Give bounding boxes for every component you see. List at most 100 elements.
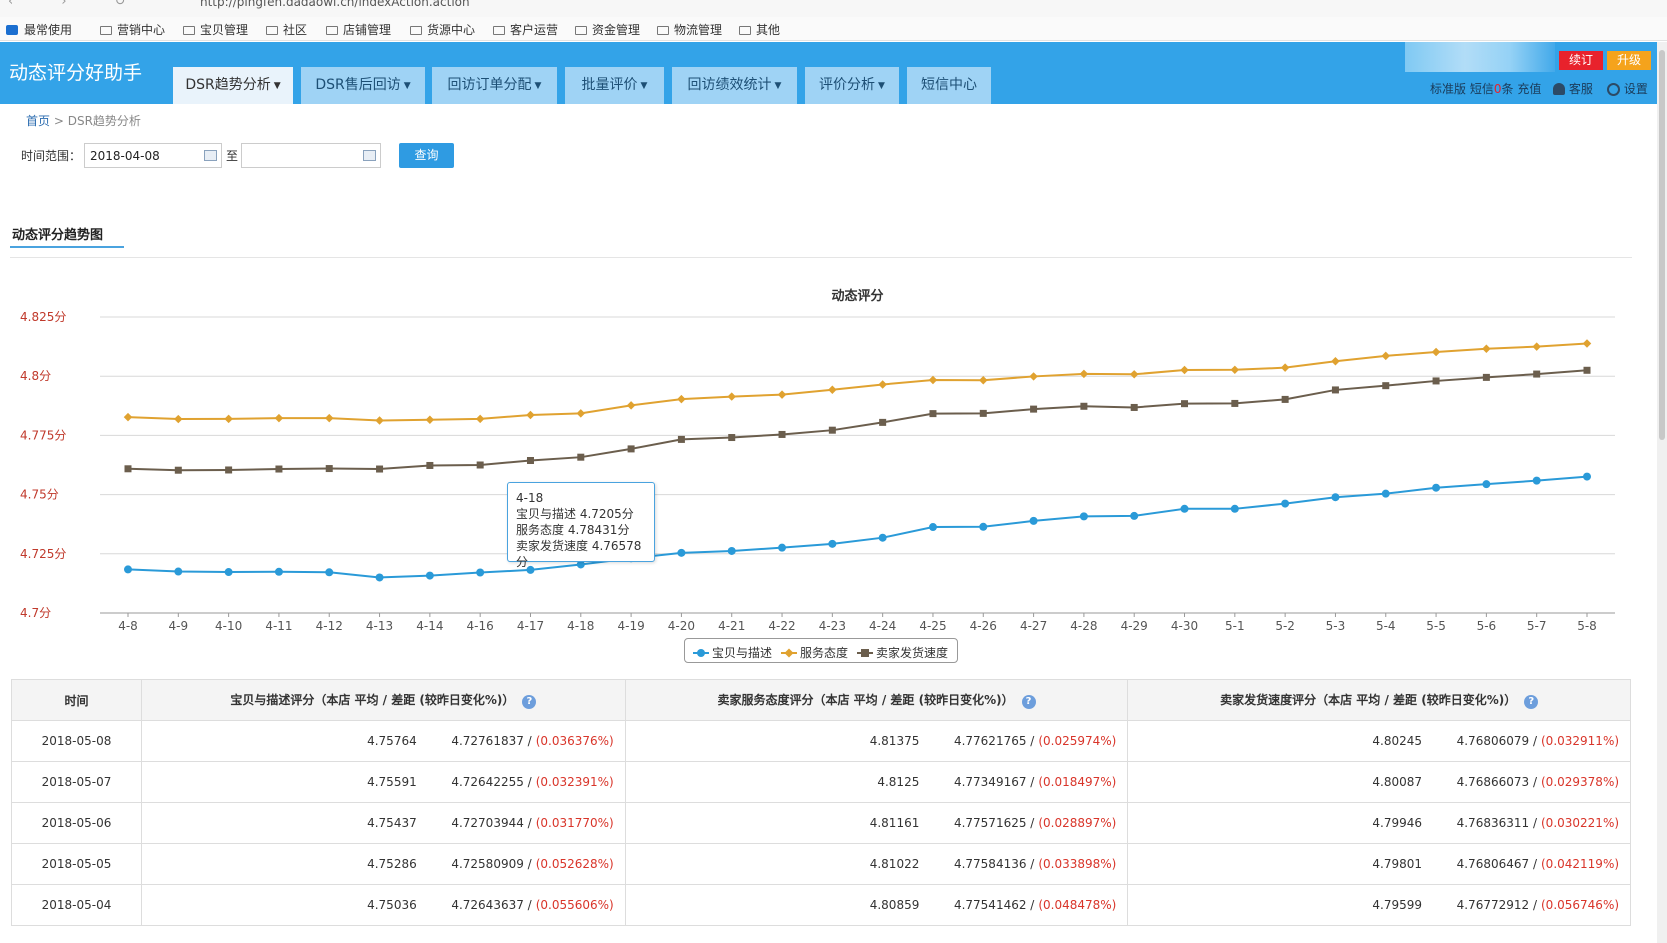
data-point (1482, 373, 1490, 381)
data-point (1130, 511, 1139, 520)
data-point (778, 543, 787, 552)
diamond-marker-icon (781, 648, 797, 658)
data-point (1331, 357, 1340, 366)
bookmark-folder[interactable]: 宝贝管理 (183, 21, 248, 38)
tab-sms-center[interactable]: 短信中心 (907, 67, 991, 104)
table-row: 2018-05-04 4.75036 4.72643637 /(0.055606%)… (11, 884, 1631, 926)
bookmark-most-used[interactable]: 最常使用 (6, 21, 72, 38)
breadcrumb-home[interactable]: 首页 (26, 114, 50, 128)
data-point (1482, 344, 1491, 353)
tab-review-analysis[interactable]: 评价分析 ▼ (805, 67, 899, 104)
data-point (1432, 483, 1441, 492)
address-bar[interactable]: http://pingfen.dadaowl.cn/indexAction.ac… (200, 0, 470, 9)
scrollbar-thumb[interactable] (1659, 50, 1665, 440)
data-point (1030, 405, 1038, 413)
data-point (1230, 504, 1239, 513)
data-point (1381, 351, 1391, 361)
start-date-input[interactable]: 2018-04-08 (84, 143, 222, 168)
user-icon (1553, 83, 1565, 95)
renew-button[interactable]: 续订 (1559, 51, 1603, 70)
x-tick-label: 4-18 (567, 619, 594, 633)
x-tick-label: 5-7 (1527, 619, 1547, 633)
tab-batch-review[interactable]: 批量评价 ▼ (565, 67, 664, 104)
table-row: 2018-05-05 4.75286 4.72580909 /(0.052628%)… (11, 843, 1631, 885)
x-tick-label: 4-21 (718, 619, 745, 633)
gear-icon (1607, 83, 1620, 96)
x-tick-label: 4-22 (768, 619, 795, 633)
data-point (426, 461, 434, 469)
bookmark-folder[interactable]: 店铺管理 (326, 21, 391, 38)
time-range-label: 时间范围： (21, 149, 82, 163)
folder-icon (575, 26, 587, 35)
browser-nav-icons[interactable]: ‹ › ↻ (8, 0, 148, 9)
data-point (1129, 370, 1139, 379)
tab-performance-stats[interactable]: 回访绩效统计 ▼ (672, 67, 797, 104)
legend-item-shipping[interactable]: 卖家发货速度 (857, 644, 948, 661)
cell-date: 2018-05-06 (11, 802, 142, 844)
calendar-icon[interactable] (363, 150, 376, 161)
tab-order-assign[interactable]: 回访订单分配 ▼ (432, 67, 557, 104)
data-point (123, 412, 133, 422)
data-point (475, 414, 485, 424)
x-tick-label: 4-10 (215, 619, 242, 633)
data-point (728, 434, 736, 442)
data-point (1281, 499, 1290, 508)
calendar-icon[interactable] (204, 150, 217, 161)
data-point (274, 413, 284, 423)
chevron-down-icon: ▼ (878, 81, 885, 91)
data-point (1029, 372, 1038, 381)
blurred-account-name (1405, 42, 1555, 72)
data-point (1080, 402, 1088, 410)
data-point (1431, 347, 1441, 357)
help-icon[interactable]: ? (522, 695, 537, 709)
legend-item-description[interactable]: 宝贝与描述 (693, 644, 772, 661)
data-point (828, 426, 836, 434)
circle-marker-icon (693, 648, 709, 658)
data-point (1281, 395, 1289, 403)
data-point (1130, 403, 1138, 411)
data-point (1181, 400, 1189, 408)
x-tick-label: 4-9 (169, 619, 189, 633)
data-point (727, 546, 736, 555)
cell-score: 4.81022 4.77584136 /(0.033898%) (624, 843, 1129, 885)
data-point (124, 565, 132, 574)
data-point (727, 392, 736, 401)
bookmark-folder[interactable]: 资金管理 (575, 21, 640, 38)
data-point (828, 539, 837, 548)
data-point (425, 415, 435, 425)
cell-score: 4.75036 4.72643637 /(0.055606%) (141, 884, 626, 926)
help-icon[interactable]: ? (1524, 695, 1539, 709)
bookmark-folder[interactable]: 营销中心 (100, 21, 165, 38)
folder-icon (100, 26, 112, 35)
x-tick-label: 4-12 (316, 619, 343, 633)
tab-dsr-followup[interactable]: DSR售后回访 ▼ (301, 67, 425, 104)
upgrade-button[interactable]: 升级 (1607, 51, 1651, 70)
cell-score: 4.75437 4.72703944 /(0.031770%) (141, 802, 626, 844)
end-date-input[interactable] (241, 143, 381, 168)
to-label: 至 (226, 149, 239, 163)
chevron-down-icon: ▼ (273, 81, 281, 91)
table-row: 2018-05-08 4.75764 4.72761837 /(0.036376%)… (11, 720, 1631, 762)
data-point (778, 430, 786, 438)
query-button[interactable]: 查询 (399, 143, 454, 168)
recharge-link[interactable]: 充值 (1517, 82, 1541, 96)
settings-link[interactable]: 设置 (1607, 80, 1648, 97)
bookmark-folder[interactable]: 客户运营 (493, 21, 558, 38)
x-tick-label: 4-19 (617, 619, 644, 633)
bookmark-folder[interactable]: 社区 (266, 21, 307, 38)
data-point (375, 416, 384, 425)
cell-date: 2018-05-08 (11, 720, 142, 762)
x-tick-label: 4-29 (1121, 619, 1148, 633)
x-tick-label: 5-1 (1225, 619, 1245, 633)
legend-item-service[interactable]: 服务态度 (781, 644, 848, 661)
x-tick-label: 5-4 (1376, 619, 1396, 633)
edition-label: 标准版 (1430, 82, 1467, 96)
y-tick-label: 4.825分 (20, 310, 66, 324)
service-link[interactable]: 客服 (1553, 80, 1593, 97)
bookmark-folder[interactable]: 物流管理 (657, 21, 722, 38)
bookmark-folder[interactable]: 货源中心 (410, 21, 475, 38)
bookmark-folder[interactable]: 其他 (739, 21, 780, 38)
tab-dsr-trend[interactable]: DSR趋势分析 ▼ (173, 67, 293, 104)
help-icon[interactable]: ? (1021, 695, 1036, 709)
square-marker-icon (857, 648, 873, 658)
